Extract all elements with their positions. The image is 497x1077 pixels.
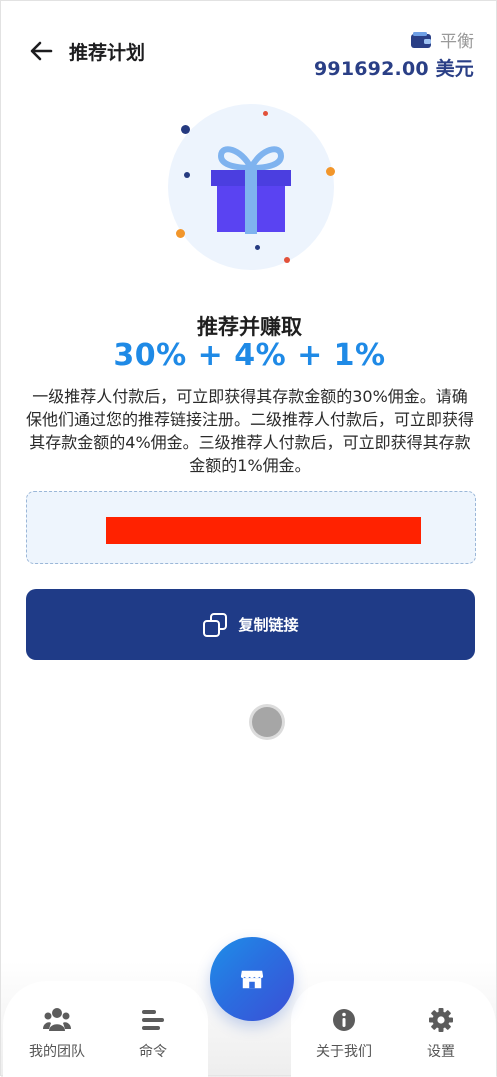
info-icon [333,1009,355,1031]
gear-icon [429,1008,453,1032]
nav-label-settings: 设置 [427,1044,455,1060]
confetti-dot [284,257,290,263]
balance-header: 平衡 [410,27,474,52]
nav-item-orders[interactable]: 命令 [139,1007,167,1061]
page-title: 推荐计划 [69,42,146,64]
orders-icon [142,1010,164,1030]
confetti-dot [176,229,185,238]
nav-item-team[interactable]: 我的团队 [29,1007,85,1061]
confetti-dot [255,245,260,250]
store-icon [240,970,264,989]
confetti-dot [184,172,190,178]
redacted-link [106,517,421,544]
copy-icon [203,612,228,637]
team-icon [43,1008,71,1031]
back-button[interactable] [25,35,57,67]
commission-percentages: 30% + 4% + 1% [113,338,386,373]
nav-label-orders: 命令 [139,1044,167,1060]
app-frame: 推荐计划 平衡 991692.00 美元 推荐并赚取 30% + 4% + 1%… [0,0,497,1077]
nav-item-settings[interactable]: 设置 [427,1007,455,1061]
center-home-button[interactable] [210,937,294,1021]
copy-link-button[interactable]: 复制链接 [26,589,475,660]
arrow-left-icon [30,41,53,61]
confetti-dot [326,167,335,176]
confetti-dot [181,125,190,134]
headline: 推荐并赚取 [197,315,302,339]
balance-label: 平衡 [440,32,474,52]
referral-link-box[interactable] [26,491,476,564]
loading-spinner [252,707,282,737]
nav-label-team: 我的团队 [29,1044,85,1060]
copy-link-label: 复制链接 [238,616,299,634]
nav-item-about[interactable]: 关于我们 [316,1007,372,1061]
referral-description: 一级推荐人付款后，可立即获得其存款金额的30%佣金。请确保他们通过您的推荐链接注… [25,387,474,475]
wallet-icon [411,31,431,48]
balance-value: 991692.00 美元 [314,58,474,80]
nav-label-about: 关于我们 [316,1044,372,1060]
gift-icon [211,146,291,234]
confetti-dot [263,111,268,116]
